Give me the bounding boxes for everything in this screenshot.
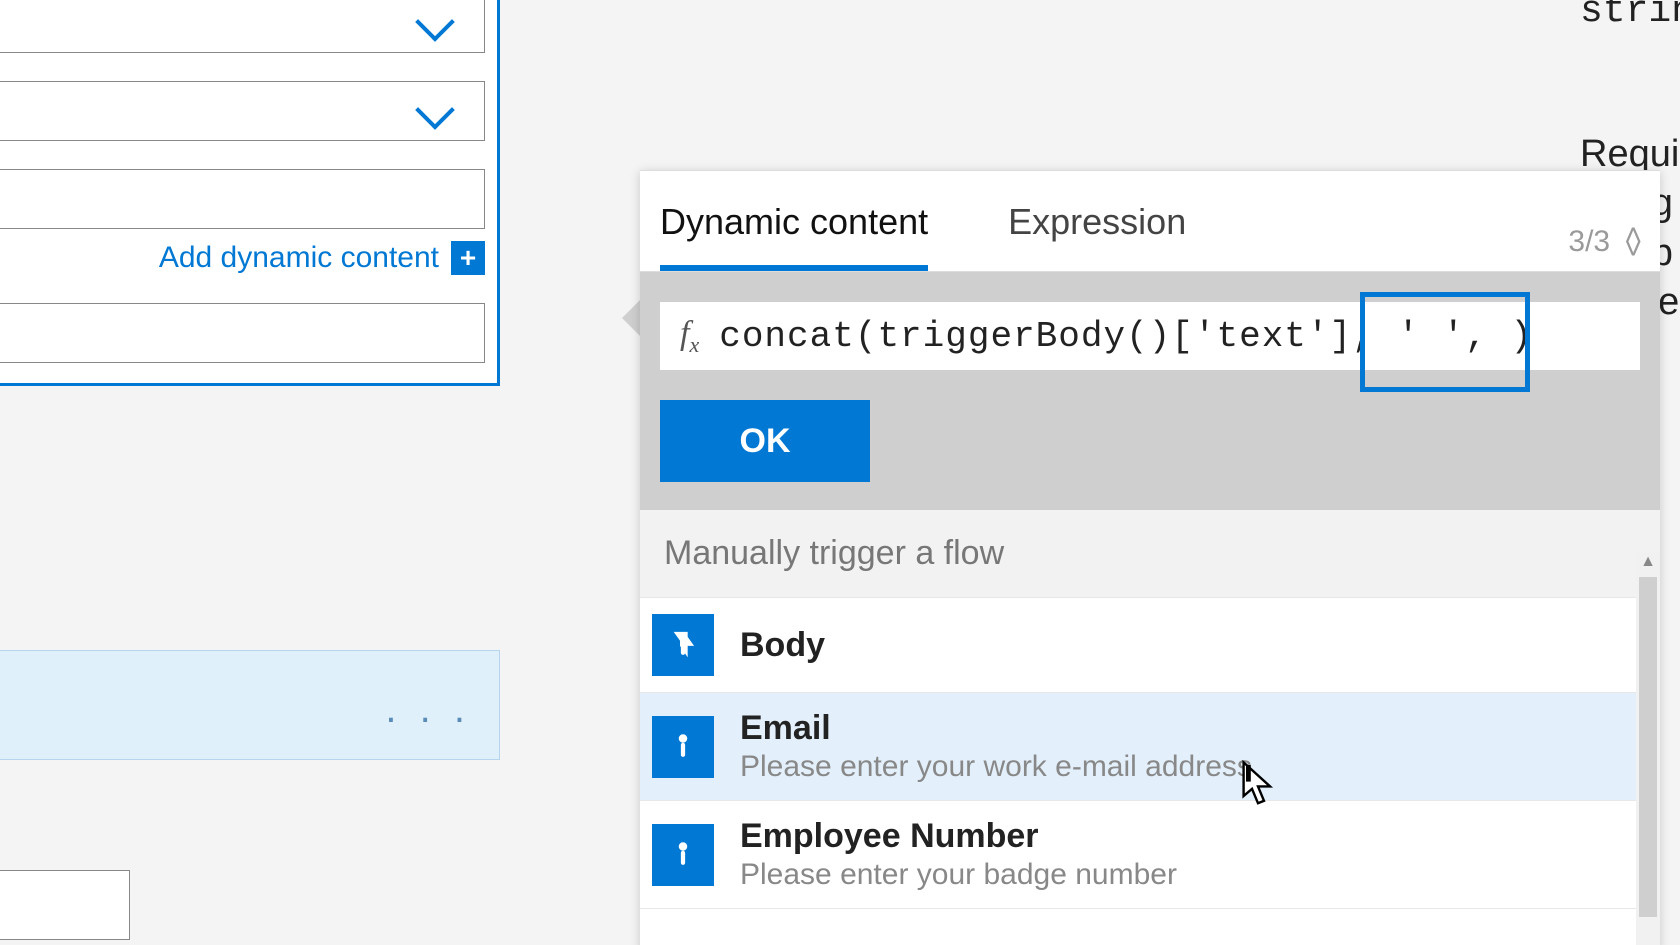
- fx-icon: fx: [660, 315, 719, 358]
- field-dropdown-1[interactable]: [0, 0, 485, 53]
- scroll-up-icon[interactable]: ▲: [1636, 551, 1660, 573]
- tab-dynamic-content[interactable]: Dynamic content: [660, 201, 928, 271]
- expression-text: concat(triggerBody()['text'], ' ', ): [719, 316, 1533, 357]
- trigger-icon: [652, 716, 714, 778]
- dynamic-content-panel: Dynamic content Expression 3/3 ˄˅ fx con…: [640, 170, 1660, 945]
- panel-pointer-icon: [622, 300, 640, 336]
- field-input-4[interactable]: [0, 303, 485, 363]
- ok-row: OK: [640, 400, 1660, 510]
- ok-button[interactable]: OK: [660, 400, 870, 482]
- add-dynamic-content-label: Add dynamic content: [159, 241, 439, 275]
- field-dropdown-2[interactable]: [0, 81, 485, 141]
- plus-icon: +: [451, 241, 485, 275]
- ellipsis-icon[interactable]: . . .: [385, 687, 471, 732]
- dynamic-item-title: Body: [740, 626, 825, 665]
- dynamic-item-title: Email: [740, 709, 1252, 748]
- lower-action-header[interactable]: . . .: [0, 650, 500, 760]
- scroll-thumb[interactable]: [1639, 577, 1657, 917]
- dynamic-content-list: Body Email Please enter your work e-mail…: [640, 598, 1660, 909]
- add-dynamic-content-link[interactable]: Add dynamic content +: [0, 241, 485, 275]
- dynamic-item-body[interactable]: Body: [640, 598, 1660, 693]
- result-count: 3/3 ˄˅: [1568, 225, 1642, 259]
- action-card: Add dynamic content +: [0, 0, 500, 386]
- lower-field[interactable]: [0, 870, 130, 940]
- section-header-trigger: Manually trigger a flow: [640, 510, 1660, 598]
- dynamic-item-email[interactable]: Email Please enter your work e-mail addr…: [640, 693, 1660, 801]
- expression-input[interactable]: fx concat(triggerBody()['text'], ' ', ): [660, 302, 1640, 370]
- dynamic-item-desc: Please enter your badge number: [740, 858, 1177, 892]
- dynamic-item-employee-number[interactable]: Employee Number Please enter your badge …: [640, 801, 1660, 909]
- tab-expression[interactable]: Expression: [1008, 201, 1186, 271]
- count-stepper-icon[interactable]: ˄˅: [1624, 229, 1642, 257]
- expression-bar: fx concat(triggerBody()['text'], ' ', ): [640, 272, 1660, 400]
- trigger-icon: [652, 824, 714, 886]
- scrollbar[interactable]: ▲: [1636, 551, 1660, 945]
- tooltip-fragment-top: strin: [1580, 0, 1680, 33]
- dynamic-item-title: Employee Number: [740, 817, 1177, 856]
- field-input-3[interactable]: [0, 169, 485, 229]
- panel-tabs: Dynamic content Expression 3/3 ˄˅: [640, 171, 1660, 272]
- dynamic-item-desc: Please enter your work e-mail address: [740, 750, 1252, 784]
- trigger-icon: [652, 614, 714, 676]
